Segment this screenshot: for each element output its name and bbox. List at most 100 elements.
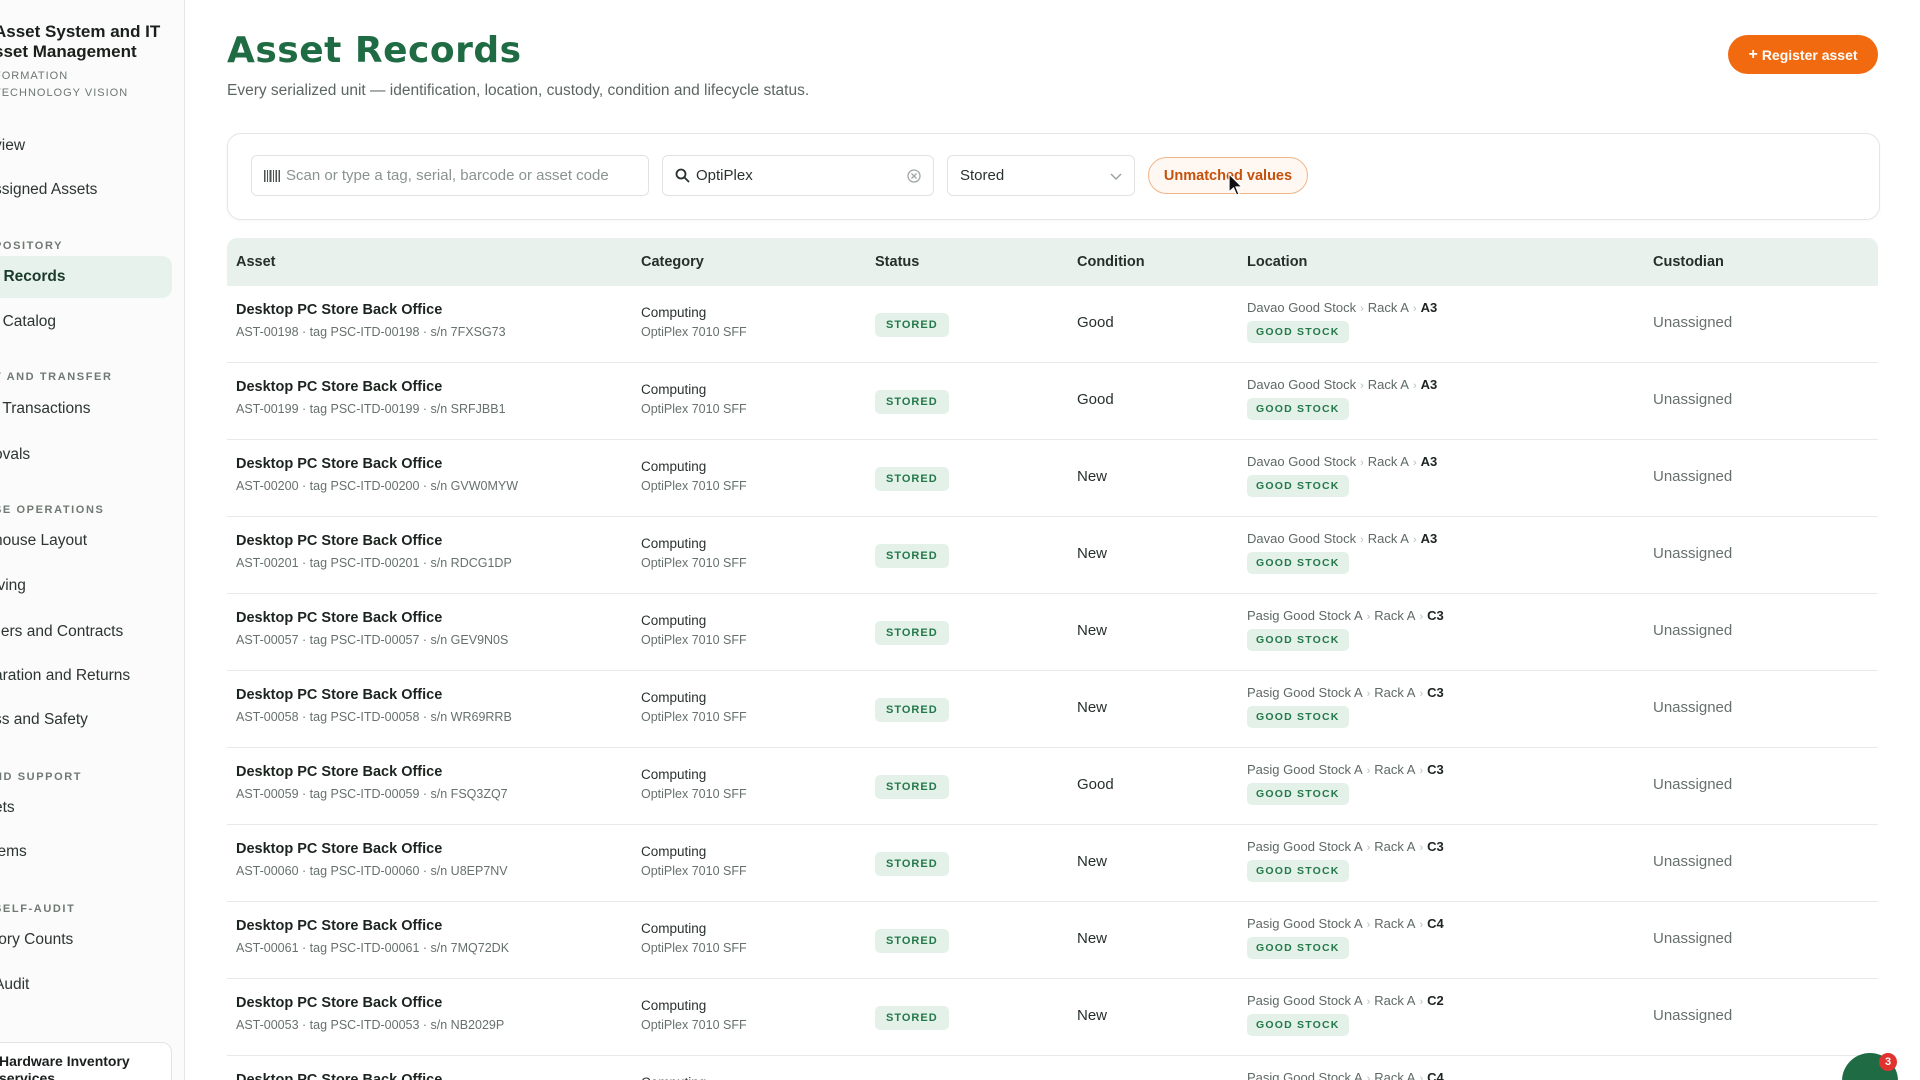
sidebar-item[interactable]: t Transactions xyxy=(0,388,172,430)
location-rack: Rack A xyxy=(1367,377,1409,392)
status-badge: STORED xyxy=(875,467,949,491)
asset-name[interactable]: Desktop PC Store Back Office xyxy=(236,995,504,1011)
asset-name[interactable]: Desktop PC Store Back Office xyxy=(236,764,508,780)
col-status[interactable]: Status xyxy=(875,254,919,270)
custodian-value: Unassigned xyxy=(1653,930,1733,947)
asset-name[interactable]: Desktop PC Store Back Office xyxy=(236,841,508,857)
location-cell: Pasig Good Stock A › Rack A › C4 GOOD STOCK xyxy=(1247,916,1444,959)
asset-meta: AST-00200 · tag PSC-ITD-00200 · s/n GVW0… xyxy=(236,479,519,493)
location-separator: › xyxy=(1419,611,1424,623)
location-rack: Rack A xyxy=(1374,1070,1416,1080)
location-path: Pasig Good Stock A › Rack A › C3 xyxy=(1247,762,1444,777)
stock-badge: GOOD STOCK xyxy=(1247,706,1349,728)
col-location[interactable]: Location xyxy=(1247,254,1307,270)
asset-name[interactable]: Desktop PC Store Back Office xyxy=(236,302,506,318)
category-name: Computing xyxy=(641,921,707,936)
clear-icon[interactable] xyxy=(907,169,921,183)
table-row[interactable]: Desktop PC Store Back Office AST-00053 · … xyxy=(227,979,1878,1056)
location-separator: › xyxy=(1366,919,1371,931)
location-path: Pasig Good Stock A › Rack A › C4 xyxy=(1247,916,1444,931)
category-cell: Computing OptiPlex 7010 SFF xyxy=(641,459,747,493)
sidebar-item[interactable]: ssigned Assets xyxy=(0,169,172,211)
location-cell: Pasig Good Stock A › Rack A › C3 GOOD STOCK xyxy=(1247,839,1444,882)
sidebar-item[interactable]: ets xyxy=(0,787,172,829)
sidebar-item[interactable]: t Records xyxy=(0,256,172,298)
asset-name[interactable]: Desktop PC Store Back Office xyxy=(236,610,508,626)
category-cell: Computing OptiPlex 7010 SFF xyxy=(641,613,747,647)
location-path: Davao Good Stock › Rack A › A3 xyxy=(1247,454,1437,469)
stock-badge: GOOD STOCK xyxy=(1247,783,1349,805)
table-row[interactable]: Desktop PC Store Back Office AST-00061 · … xyxy=(227,902,1878,979)
condition-value: New xyxy=(1077,545,1108,562)
location-cell: Davao Good Stock › Rack A › A3 GOOD STOCK xyxy=(1247,531,1437,574)
asset-name[interactable]: Desktop PC Store Back Office xyxy=(236,456,518,472)
sidebar-footer-card[interactable]: Hardware Inventory services xyxy=(0,1042,172,1080)
table-row[interactable]: Desktop PC Store Back Office AST-00198 · … xyxy=(227,286,1878,363)
table-row[interactable]: Desktop PC Store Back Office AST-00200 · … xyxy=(227,440,1878,517)
location-path: Pasig Good Stock A › Rack A › C4 xyxy=(1247,1070,1444,1080)
table-row[interactable]: Desktop PC Store Back Office AST-00199 · … xyxy=(227,363,1878,440)
asset-cell: Desktop PC Store Back Office AST-00053 · … xyxy=(236,995,504,1032)
location-separator: › xyxy=(1360,303,1364,315)
plus-icon: + xyxy=(1748,45,1758,63)
sidebar-item[interactable]: ovals xyxy=(0,434,172,476)
col-asset[interactable]: Asset xyxy=(236,254,276,270)
col-condition[interactable]: Condition xyxy=(1077,254,1145,270)
category-model: OptiPlex 7010 SFF xyxy=(641,710,747,724)
table-row[interactable]: Desktop PC Store Back Office AST-00059 · … xyxy=(227,748,1878,825)
asset-name[interactable]: Desktop PC Store Back Office xyxy=(236,918,509,934)
sidebar-item[interactable]: lems xyxy=(0,831,172,873)
location-path: Pasig Good Stock A › Rack A › C3 xyxy=(1247,839,1444,854)
sidebar: Asset System and IT sset Management FORM… xyxy=(0,0,185,1080)
table-row[interactable]: Desktop PC Store Back Office AST-00057 · … xyxy=(227,594,1878,671)
sidebar-item[interactable]: Audit xyxy=(0,964,172,1006)
category-model: OptiPlex 7010 SFF xyxy=(641,864,747,878)
category-name: Computing xyxy=(641,998,707,1013)
location-separator: › xyxy=(1419,688,1424,700)
status-filter-select[interactable]: Stored xyxy=(947,155,1135,196)
location-rack: Rack A xyxy=(1367,300,1409,315)
asset-name[interactable]: Desktop PC Store Back Office xyxy=(236,533,512,549)
location-separator: › xyxy=(1366,611,1371,623)
asset-name[interactable]: Desktop PC Store Back Office xyxy=(236,379,506,395)
col-category[interactable]: Category xyxy=(641,254,704,270)
sidebar-item[interactable]: house Layout xyxy=(0,520,172,562)
location-cell: Pasig Good Stock A › Rack A › C3 GOOD STOCK xyxy=(1247,685,1444,728)
asset-cell: Desktop PC Store Back Office AST-00200 · … xyxy=(236,456,518,493)
col-custodian[interactable]: Custodian xyxy=(1653,254,1724,270)
custodian-value: Unassigned xyxy=(1653,1007,1733,1024)
asset-cell: Desktop PC Store Back Office AST-00061 · … xyxy=(236,918,509,955)
sidebar-item[interactable]: t Catalog xyxy=(0,301,172,343)
register-asset-button[interactable]: + Register asset xyxy=(1728,35,1878,74)
scan-input[interactable]: Scan or type a tag, serial, barcode or a… xyxy=(251,155,649,196)
search-input[interactable]: OptiPlex xyxy=(662,155,934,196)
location-separator: › xyxy=(1419,842,1424,854)
category-name: Computing xyxy=(641,613,707,628)
table-row[interactable]: Desktop PC Store Back Office AST-00201 · … xyxy=(227,517,1878,594)
sidebar-item[interactable]: aration and Returns xyxy=(0,655,172,697)
location-separator: › xyxy=(1419,1073,1424,1080)
category-name: Computing xyxy=(641,690,707,705)
asset-table: Asset Category Status Condition Location… xyxy=(227,238,1878,1080)
asset-name[interactable]: Desktop PC Store Back Office xyxy=(236,687,512,703)
category-cell: Computing OptiPlex 7010 SFF xyxy=(641,382,747,416)
table-row[interactable]: Desktop PC Store Back Office Computing Pas… xyxy=(227,1056,1878,1080)
sidebar-item[interactable]: view xyxy=(0,125,172,167)
brand-subtitle: FORMATION TECHNOLOGY VISION xyxy=(0,70,129,99)
condition-value: New xyxy=(1077,699,1108,716)
custodian-value: Unassigned xyxy=(1653,391,1733,408)
status-badge: STORED xyxy=(875,929,949,953)
location-separator: › xyxy=(1366,842,1371,854)
condition-value: Good xyxy=(1077,391,1114,408)
asset-name[interactable]: Desktop PC Store Back Office xyxy=(236,1072,442,1080)
sidebar-item[interactable]: liers and Contracts xyxy=(0,611,172,653)
chat-badge: 3 xyxy=(1879,1053,1897,1071)
status-badge: STORED xyxy=(875,1006,949,1030)
asset-cell: Desktop PC Store Back Office AST-00201 · … xyxy=(236,533,512,570)
table-row[interactable]: Desktop PC Store Back Office AST-00060 · … xyxy=(227,825,1878,902)
table-row[interactable]: Desktop PC Store Back Office AST-00058 · … xyxy=(227,671,1878,748)
sidebar-item[interactable]: tory Counts xyxy=(0,919,172,961)
category-model: OptiPlex 7010 SFF xyxy=(641,479,747,493)
sidebar-item[interactable]: iving xyxy=(0,565,172,607)
sidebar-item[interactable]: ss and Safety xyxy=(0,699,172,741)
